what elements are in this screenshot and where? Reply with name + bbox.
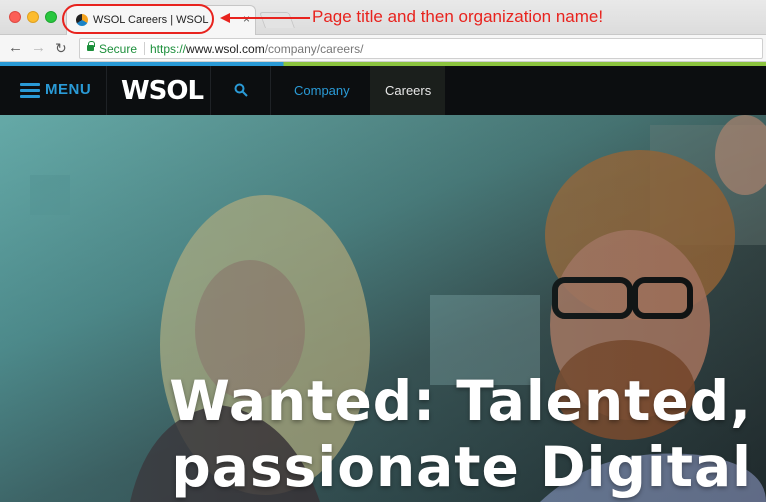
hero-banner: Wanted: Talented, passionate Digital (0, 115, 766, 502)
forward-arrow-icon[interactable]: → (31, 39, 46, 57)
browser-toolbar: ← → ↻ Secure https://www.wsol.com/compan… (0, 35, 766, 62)
back-arrow-icon[interactable]: ← (8, 39, 23, 57)
hamburger-icon (20, 83, 40, 98)
browser-titlebar: WSOL Careers | WSOL × Page title and the… (0, 0, 766, 35)
annotation-text: Page title and then organization name! (312, 7, 604, 26)
url-path: /company/careers/ (264, 42, 364, 56)
annotation-highlight-ring (62, 4, 214, 34)
url-text[interactable]: https://www.wsol.com/company/careers/ (150, 42, 363, 56)
annotation-arrow-icon (220, 13, 310, 23)
minimize-window-button[interactable] (27, 11, 39, 23)
site-header: MENU WSOL Company Careers (0, 66, 766, 115)
close-window-button[interactable] (9, 11, 21, 23)
secure-label: Secure (99, 42, 138, 56)
address-bar[interactable]: Secure https://www.wsol.com/company/care… (79, 38, 763, 59)
url-scheme: https:// (150, 42, 187, 56)
lock-icon (87, 41, 95, 51)
hero-heading-line-2: passionate Digital (171, 435, 752, 499)
url-host: www.wsol.com (186, 42, 265, 56)
hero-heading: Wanted: Talented, passionate Digital (152, 368, 752, 500)
nav-link-company[interactable]: Company (279, 66, 365, 115)
nav-link-careers[interactable]: Careers (370, 66, 445, 115)
menu-label: MENU (45, 81, 92, 98)
maximize-window-button[interactable] (45, 11, 57, 23)
menu-button[interactable]: MENU (0, 66, 107, 115)
hero-heading-line-1: Wanted: Talented, (169, 369, 752, 433)
site-logo[interactable]: WSOL (121, 76, 204, 106)
reload-icon[interactable]: ↻ (55, 39, 67, 57)
address-divider (144, 42, 145, 55)
search-button[interactable] (211, 66, 271, 115)
search-icon (234, 83, 248, 97)
